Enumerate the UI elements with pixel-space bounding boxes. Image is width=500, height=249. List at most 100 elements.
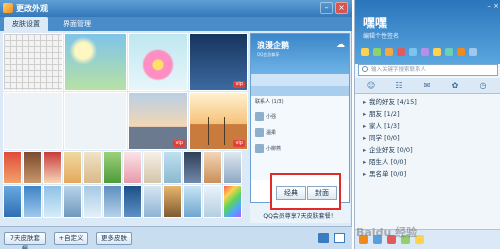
tab-recent-icon[interactable]: ◷ <box>473 80 493 92</box>
group-label: 朋友 [1/2] <box>369 110 400 118</box>
preview-tabs <box>251 86 349 96</box>
cloud-icon: ☁ <box>336 40 345 50</box>
shop-icon[interactable] <box>445 48 453 56</box>
window-icon[interactable] <box>318 233 329 243</box>
skin-thumb-small[interactable] <box>63 185 82 218</box>
contact-search-input[interactable]: 输入关键字搜索联系人 <box>358 64 498 76</box>
mode-selector-highlight: 经典 封面 <box>270 173 341 210</box>
skin-thumb-small[interactable] <box>83 151 102 184</box>
skin-thumb-summer[interactable] <box>64 33 127 91</box>
custom-skin-label: 自定义 <box>63 234 84 242</box>
vip-promo-link[interactable]: QQ会员尊享7天皮肤套餐！ <box>250 211 350 220</box>
list-item: 小强 <box>255 112 347 126</box>
friend-group[interactable]: ▸ 家人 [1/3] <box>355 120 500 132</box>
search-placeholder: 输入关键字搜索联系人 <box>371 67 427 73</box>
skin-thumb-small[interactable] <box>143 185 162 218</box>
signature[interactable]: 编辑个性签名 <box>363 31 399 40</box>
skin-thumb-small[interactable] <box>163 185 182 218</box>
skin-thumb-small[interactable] <box>23 151 42 184</box>
list-item: 温柔 <box>255 128 347 142</box>
friend-group[interactable]: ▸ 我的好友 [4/15] <box>355 96 500 108</box>
qq-main-panel: – × 嘿嘿 编辑个性签名 输入关键字搜索联系人 ☺ ☷ ✉ ✿ ◷ ▸ 我的好友… <box>354 0 500 249</box>
tab-groups-icon[interactable]: ☷ <box>389 80 409 92</box>
skin-thumb-windmill[interactable]: vip <box>189 92 248 150</box>
weibo-icon[interactable] <box>397 48 405 56</box>
tab-ui-management[interactable]: 界面管理 <box>52 17 102 31</box>
skin-thumb-small[interactable] <box>123 185 142 218</box>
skin-thumb-sunset[interactable]: vip <box>128 92 188 150</box>
classic-mode-button[interactable]: 经典 <box>276 186 306 200</box>
skin-thumb-plain-2[interactable] <box>64 92 127 150</box>
skin-thumb-night[interactable]: vip <box>189 33 248 91</box>
friend-group-list: ▸ 我的好友 [4/15] ▸ 朋友 [1/2] ▸ 家人 [1/3] ▸ 同学 [0/… <box>355 96 500 180</box>
skin-thumb-small[interactable] <box>203 185 222 218</box>
wallet-icon[interactable] <box>433 48 441 56</box>
skin-thumb-small[interactable] <box>183 185 202 218</box>
tab-contacts-icon[interactable]: ☺ <box>361 80 381 92</box>
skin-thumb-small[interactable] <box>63 151 82 184</box>
friend-group[interactable]: ▸ 黑名单 [0/0] <box>355 168 500 180</box>
skin-thumb-lotus[interactable] <box>128 33 188 91</box>
music-icon[interactable] <box>409 48 417 56</box>
minimize-button[interactable]: – <box>320 2 333 14</box>
skin-thumb-small[interactable] <box>103 151 122 184</box>
skin-thumb-small[interactable] <box>43 151 62 184</box>
skin-thumb-small[interactable] <box>223 151 242 184</box>
friend-group[interactable]: ▸ 同学 [0/0] <box>355 132 500 144</box>
small-skin-row-1 <box>3 151 248 185</box>
status-icon[interactable] <box>361 48 369 56</box>
search-icon <box>362 66 368 72</box>
group-label: 同学 [0/0] <box>369 134 400 142</box>
contact-name: 小柳燕 <box>266 146 282 152</box>
skin-thumb-small[interactable] <box>163 151 182 184</box>
dialog-titlebar: 更改外观 – × <box>0 0 352 17</box>
skin-thumb-small[interactable] <box>43 185 62 218</box>
vip-badge: vip <box>233 81 245 88</box>
friend-group[interactable]: ▸ 朋友 [1/2] <box>355 108 500 120</box>
avatar <box>255 128 264 137</box>
zone-icon[interactable] <box>373 48 381 56</box>
friend-group[interactable]: ▸ 陌生人 [0/0] <box>355 156 500 168</box>
security-icon[interactable] <box>469 48 477 56</box>
mail-icon[interactable] <box>334 233 345 243</box>
group-label: 我的好友 [4/15] <box>369 98 417 106</box>
group-label: 企业好友 [0/0] <box>369 146 413 154</box>
group-label: 家人 [1/3] <box>369 122 400 130</box>
skin-thumb-small[interactable] <box>23 185 42 218</box>
skin-thumb-small[interactable] <box>3 185 22 218</box>
windmill-shape <box>224 117 225 145</box>
group-label: 陌生人 [0/0] <box>369 158 407 166</box>
game-icon[interactable] <box>421 48 429 56</box>
skin-thumb-small[interactable] <box>123 151 142 184</box>
skin-thumb-small[interactable] <box>143 151 162 184</box>
group-label: 黑名单 [0/0] <box>369 170 407 178</box>
skin-preview-panel: 浪漫企鹅 QQ会员尊享 ☁ 联系人 (1/3) 小强 温柔 小柳燕 经典 封面 … <box>250 33 350 223</box>
more-skins-button[interactable]: 更多皮肤 <box>96 232 132 245</box>
close-button[interactable]: × <box>335 2 348 14</box>
seven-day-skin-button[interactable]: 7天皮肤套餐 <box>4 232 46 249</box>
tab-skin-settings[interactable]: 皮肤设置 <box>4 17 48 31</box>
skin-thumb-small[interactable] <box>3 151 22 184</box>
skin-thumb-small[interactable] <box>83 185 102 218</box>
vip-badge: vip <box>173 140 185 147</box>
cover-mode-button[interactable]: 封面 <box>307 186 337 200</box>
skin-thumb-small[interactable] <box>203 151 222 184</box>
skin-thumb-plain-1[interactable] <box>3 92 63 150</box>
preview-nickname: 浪漫企鹅 <box>257 41 289 50</box>
tab-discussion-icon[interactable]: ✉ <box>417 80 437 92</box>
skin-thumb-small[interactable] <box>103 185 122 218</box>
pet-icon[interactable] <box>457 48 465 56</box>
window-controls[interactable]: – × <box>487 2 499 10</box>
friend-group[interactable]: ▸ 企业好友 [0/0] <box>355 144 500 156</box>
custom-skin-button[interactable]: +自定义 <box>54 232 88 245</box>
skin-thumb-small[interactable] <box>183 151 202 184</box>
contact-name: 小强 <box>266 114 277 120</box>
avatar <box>255 144 264 153</box>
color-palette-swatch[interactable] <box>223 185 242 218</box>
preview-header: 浪漫企鹅 QQ会员尊享 ☁ <box>251 34 349 74</box>
vip-badge: vip <box>233 140 245 147</box>
skin-thumb-grid-pattern[interactable] <box>3 33 63 91</box>
tab-zone-icon[interactable]: ✿ <box>445 80 465 92</box>
dialog-tabs: 皮肤设置 界面管理 <box>0 17 352 31</box>
mail-icon[interactable] <box>385 48 393 56</box>
